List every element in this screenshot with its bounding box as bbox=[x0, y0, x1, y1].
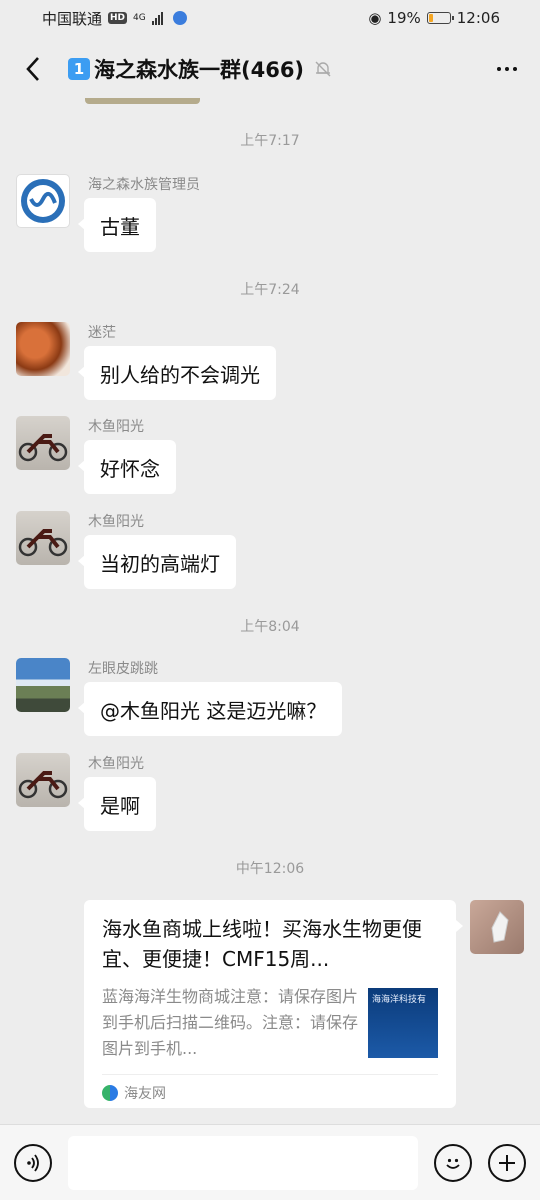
motorcycle-icon bbox=[18, 771, 68, 799]
avatar[interactable] bbox=[16, 658, 70, 712]
message-item: 木鱼阳光 当初的高端灯 bbox=[16, 511, 524, 589]
hd-badge: HD bbox=[108, 12, 128, 24]
timestamp: 上午7:24 bbox=[240, 282, 300, 298]
motorcycle-icon bbox=[18, 434, 68, 462]
status-left: 中国联通 HD 4G bbox=[42, 8, 187, 29]
source-logo-icon bbox=[102, 1085, 118, 1101]
chat-title[interactable]: 海之森水族一群(466) bbox=[94, 54, 304, 84]
avatar[interactable] bbox=[16, 416, 70, 470]
emoji-icon[interactable] bbox=[434, 1143, 472, 1182]
sender-name: 海之森水族管理员 bbox=[88, 177, 200, 193]
message-bubble[interactable]: 好怀念 bbox=[78, 440, 176, 494]
motorcycle-icon bbox=[18, 529, 68, 557]
previous-image-message[interactable] bbox=[85, 98, 200, 104]
status-bar: 中国联通 HD 4G ◉ 19% 12:06 bbox=[0, 0, 540, 36]
network-type-label: 4G bbox=[133, 12, 146, 23]
link-card-description: 蓝海海洋生物商城注意：请保存图片到手机后扫描二维码。注意：请保存图片到手机... bbox=[102, 987, 358, 1058]
battery-percent: 19% bbox=[387, 9, 421, 27]
aquarium-logo-icon bbox=[21, 179, 65, 223]
sender-name: 木鱼阳光 bbox=[88, 514, 144, 530]
eye-icon: ◉ bbox=[368, 9, 382, 27]
timestamp: 上午8:04 bbox=[240, 619, 300, 635]
message-bubble[interactable]: 是啊 bbox=[78, 777, 156, 831]
avatar[interactable] bbox=[16, 174, 70, 228]
add-more-icon[interactable] bbox=[488, 1143, 526, 1182]
source-name: 海友网 bbox=[124, 1086, 166, 1102]
avatar[interactable] bbox=[16, 322, 70, 376]
status-right: ◉ 19% 12:06 bbox=[368, 9, 500, 27]
voice-input-icon[interactable] bbox=[14, 1143, 52, 1182]
timestamp: 中午12:06 bbox=[235, 861, 305, 877]
figure-icon bbox=[491, 911, 509, 943]
message-input[interactable] bbox=[68, 1135, 418, 1190]
message-bubble[interactable]: 古董 bbox=[78, 198, 156, 252]
link-card-source: 海友网 bbox=[102, 1083, 438, 1103]
sender-name: 迷茫 bbox=[88, 325, 116, 341]
divider bbox=[102, 1074, 438, 1075]
battery-fill bbox=[428, 14, 433, 22]
browser-icon bbox=[172, 11, 187, 25]
message-bubble[interactable]: 当初的高端灯 bbox=[78, 535, 236, 589]
chat-header: 1 海之森水族一群(466) bbox=[0, 36, 540, 102]
avatar[interactable] bbox=[16, 511, 70, 565]
input-bar bbox=[0, 1124, 540, 1200]
thumbnail-text: 海海洋科技有 bbox=[372, 995, 427, 1005]
more-options-icon[interactable] bbox=[492, 54, 522, 84]
back-icon[interactable] bbox=[18, 54, 48, 84]
sender-name: 左眼皮跳跳 bbox=[88, 661, 158, 677]
mute-bell-icon bbox=[315, 61, 331, 77]
carrier-label: 中国联通 bbox=[42, 9, 103, 28]
clock: 12:06 bbox=[456, 9, 500, 27]
network-type-icon: 4G bbox=[133, 12, 146, 23]
sender-name: 木鱼阳光 bbox=[88, 419, 144, 435]
sender-name: 木鱼阳光 bbox=[88, 756, 144, 772]
avatar[interactable] bbox=[16, 753, 70, 807]
message-item: 木鱼阳光 好怀念 bbox=[16, 416, 524, 494]
link-card-title: 海水鱼商城上线啦！买海水生物更便宜、更便捷！CMF15周... bbox=[102, 917, 422, 971]
link-card-thumbnail: 海海洋科技有 bbox=[368, 988, 438, 1058]
message-bubble[interactable]: @木鱼阳光 这是迈光嘛？ bbox=[77, 682, 343, 736]
message-bubble[interactable]: 别人给的不会调光 bbox=[78, 346, 276, 400]
link-card-body: 蓝海海洋生物商城注意：请保存图片到手机后扫描二维码。注意：请保存图片到手机...… bbox=[102, 984, 438, 1062]
timestamp: 上午7:17 bbox=[240, 133, 300, 149]
signal-icon bbox=[151, 11, 163, 25]
self-avatar[interactable] bbox=[470, 900, 524, 954]
link-card[interactable]: 海水鱼商城上线啦！买海水生物更便宜、更便捷！CMF15周... 蓝海海洋生物商城… bbox=[84, 900, 463, 1108]
group-number-badge: 1 bbox=[68, 58, 90, 80]
message-item: 木鱼阳光 是啊 bbox=[16, 753, 524, 831]
battery-icon bbox=[426, 12, 454, 24]
